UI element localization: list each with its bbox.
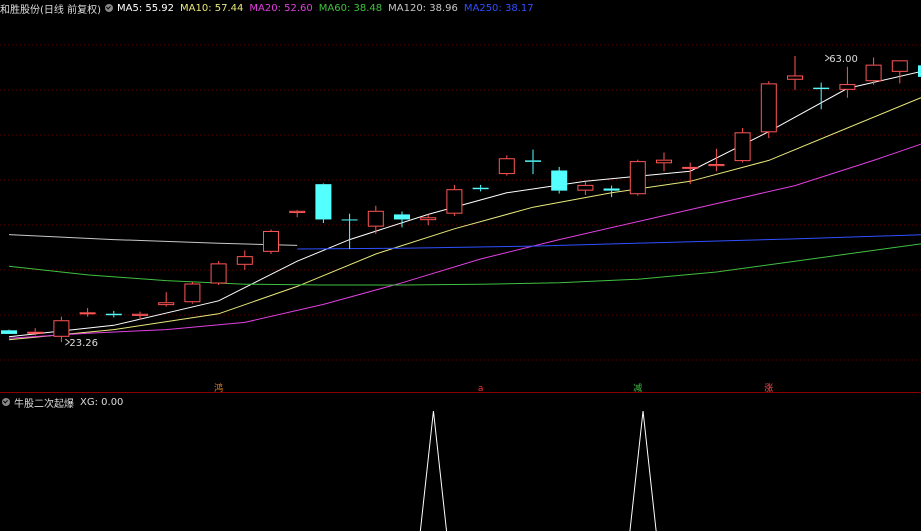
candle-body [210,263,227,284]
indicator-name[interactable]: 牛股二次起爆 [14,395,74,410]
candle-body [289,210,306,213]
candle-body [341,219,358,221]
candle-body [184,283,201,303]
candle [629,159,646,196]
candle-body [760,83,777,133]
candle [656,152,672,172]
candle [341,213,358,249]
candle [734,128,751,163]
signal-marker: 鸿 [214,382,223,393]
indicator-value: XG: 0.00 [80,396,124,408]
price-annotation: 63.00 [829,54,858,65]
candle-body [263,230,279,252]
candle-body [577,184,594,191]
candle [760,81,777,139]
candle [289,210,306,218]
candle [472,184,489,192]
candle [682,162,699,185]
candle [1,329,17,334]
candle-body [367,210,384,227]
candle-body [53,320,70,337]
candle [891,60,908,84]
candle-body [420,217,437,221]
indicator-toggle-icon[interactable] [2,398,10,406]
candle-body [132,313,148,316]
candle [236,250,253,270]
signal-marker: 减 [633,382,642,393]
candle-body [629,161,646,195]
candle-body [1,330,17,334]
candle [105,310,122,318]
signal-marker: a [478,384,484,393]
candle-body [315,184,332,220]
candle [158,292,175,307]
xg-signal-spike [629,411,657,531]
candle [708,148,725,172]
candle [551,166,568,194]
candle [53,316,70,343]
candle-body [839,84,856,90]
candle-body [865,64,882,82]
ma-line-ma250 [297,234,921,250]
candle-body [551,170,568,191]
candle-body [394,214,410,220]
candle-body [813,87,830,90]
candle-body [682,166,699,169]
candle [446,184,463,216]
candle-body [79,312,96,315]
candle [184,282,201,304]
candle-body [603,188,620,191]
ma-line-ma5 [8,71,921,338]
indicator-chart[interactable] [0,411,921,531]
candle [525,149,541,175]
candle [787,56,803,90]
ma-line-ma10 [8,97,921,341]
candle [813,82,830,110]
candle-body [787,75,803,80]
candle-body [708,164,725,167]
candle [263,229,279,254]
price-annotation: 23.26 [69,338,98,349]
xg-signal-spike [419,411,448,531]
candle-body [27,331,44,334]
stock-chart-window: 和胜股份(日线 前复权) MA5: 55.92 MA10: 57.44 MA20… [0,0,921,531]
candle-body [734,132,751,162]
candle [210,261,227,285]
candle [577,182,594,195]
indicator-header: 牛股二次起爆 XG: 0.00 [0,395,129,410]
candle [498,155,515,176]
ma-line-ma120 [8,234,298,246]
candle-body [105,313,122,316]
candle-body [498,158,515,175]
candle [315,183,332,224]
signal-marker: 涨 [764,383,773,393]
candle-body [891,60,908,72]
candle-body [656,159,672,164]
candle [839,66,856,98]
candle [603,185,620,198]
candle [865,57,882,85]
candle-body [472,187,489,190]
candlestick-chart[interactable]: 63.00 23.26 鸿 a 减 涨 [0,0,921,393]
candle-body [446,189,463,214]
candle-body [158,302,175,306]
candle-body [236,256,253,265]
candle-body [525,160,541,162]
